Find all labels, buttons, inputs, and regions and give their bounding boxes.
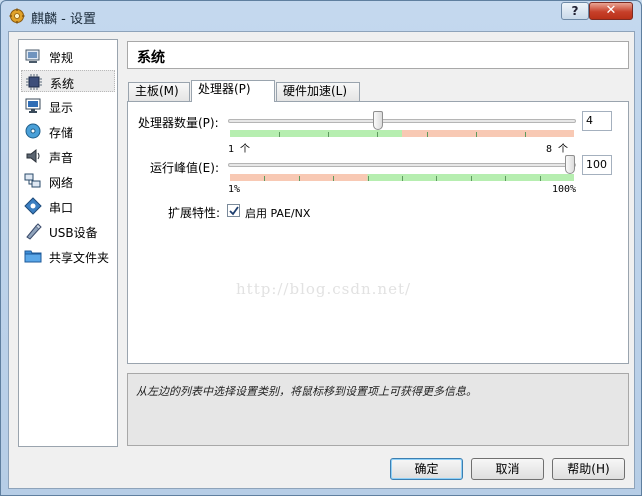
help-button[interactable]: 帮助(H): [552, 458, 625, 480]
sidebar-item-label: 声音: [49, 151, 74, 165]
shared-folder-icon: [24, 250, 42, 263]
sidebar-item-label: 显示: [49, 101, 74, 115]
processor-count-slider[interactable]: [228, 110, 576, 132]
storage-disc-icon: [25, 123, 41, 139]
slider-thumb[interactable]: [372, 111, 383, 130]
sidebar-item-label: 共享文件夹: [49, 251, 110, 265]
gear-icon: [9, 8, 25, 24]
execution-cap-label: 运行峰值(E):: [150, 161, 219, 175]
slider-track: [228, 163, 576, 167]
processor-count-range-bar: [230, 130, 574, 137]
sidebar-item-shared-folders[interactable]: 共享文件夹: [21, 245, 115, 267]
title-close-button[interactable]: ✕: [589, 2, 633, 20]
sidebar-item-system[interactable]: 系统: [21, 70, 115, 92]
execution-cap-min-label: 1%: [228, 184, 241, 195]
system-chip-icon: [26, 74, 42, 90]
usb-pen-icon: [26, 223, 42, 240]
slider-track: [228, 119, 576, 123]
processor-count-min-label: 1 个: [228, 144, 251, 155]
network-icon: [24, 173, 41, 188]
speaker-icon: [26, 148, 40, 164]
sidebar-item-label: 网络: [49, 176, 74, 190]
sidebar-item-storage[interactable]: 存储: [21, 120, 115, 142]
sidebar-item-network[interactable]: 网络: [21, 170, 115, 192]
processor-count-max-label: 8 个: [546, 144, 569, 155]
watermark-text: http://blog.csdn.net/: [236, 280, 412, 298]
range-tick: [264, 176, 266, 181]
execution-cap-slider[interactable]: [228, 154, 576, 176]
description-box: 从左边的列表中选择设置类别，将鼠标移到设置项上可获得更多信息。: [127, 373, 629, 446]
range-tick: [539, 176, 541, 181]
range-tick: [475, 132, 477, 137]
range-tick: [298, 176, 300, 181]
page-title: 系统: [137, 50, 165, 66]
serial-port-icon: [24, 197, 42, 215]
range-tick: [402, 176, 403, 181]
range-tick: [470, 176, 472, 181]
pae-nx-checkbox-label[interactable]: 启用 PAE/NX: [245, 205, 310, 221]
general-icon: [25, 49, 40, 63]
execution-cap-max-label: 100%: [552, 184, 577, 195]
range-tick: [367, 176, 369, 181]
title-help-button[interactable]: ?: [561, 2, 589, 20]
settings-category-list[interactable]: 常规 系统 显示 存储 声音 网络 串口 USB设备 共享文件夹: [18, 39, 118, 447]
description-text: 从左边的列表中选择设置类别，将鼠标移到设置项上可获得更多信息。: [136, 385, 477, 398]
window-title: 麒麟 - 设置: [31, 12, 96, 27]
range-tick: [436, 176, 438, 181]
slider-thumb[interactable]: [565, 155, 575, 174]
execution-cap-spinbox[interactable]: 100: [582, 155, 612, 175]
pae-nx-checkbox[interactable]: [227, 204, 240, 217]
range-tick: [279, 132, 281, 137]
cancel-button[interactable]: 取消: [471, 458, 544, 480]
sidebar-item-serial[interactable]: 串口: [21, 195, 115, 217]
range-tick: [377, 132, 379, 137]
sidebar-item-label: 常规: [49, 51, 74, 65]
range-tick: [524, 132, 526, 137]
tab-processor[interactable]: 处理器(P): [191, 80, 275, 102]
title-bar[interactable]: 麒麟 - 设置 ? ✕: [1, 1, 641, 31]
settings-window: 麒麟 - 设置 ? ✕ 常规 系统 显示 存储 声音 网络 串口 USB设备 共…: [0, 0, 642, 496]
sidebar-item-usb[interactable]: USB设备: [21, 220, 115, 242]
processor-count-spinbox[interactable]: 4: [582, 111, 612, 131]
page-header: 系统: [127, 41, 629, 69]
sidebar-item-label: 串口: [49, 201, 74, 215]
range-tick: [426, 132, 428, 137]
tab-acceleration[interactable]: 硬件加速(L): [276, 82, 360, 101]
range-tick: [505, 176, 507, 181]
sidebar-item-label: USB设备: [49, 226, 98, 240]
sidebar-item-display[interactable]: 显示: [21, 95, 115, 117]
processor-count-label: 处理器数量(P):: [138, 116, 219, 130]
dialog-body: 常规 系统 显示 存储 声音 网络 串口 USB设备 共享文件夹 系统 主板(M…: [8, 31, 635, 489]
display-monitor-icon: [25, 98, 41, 113]
tab-motherboard[interactable]: 主板(M): [128, 82, 190, 101]
range-tick: [328, 132, 330, 137]
range-tick: [333, 176, 335, 181]
execution-cap-range-bar: [230, 174, 574, 181]
sidebar-item-label: 存储: [49, 126, 74, 140]
extended-features-label: 扩展特性:: [168, 206, 221, 220]
sidebar-item-label: 系统: [50, 77, 75, 91]
sidebar-item-audio[interactable]: 声音: [21, 145, 115, 167]
sidebar-item-general[interactable]: 常规: [21, 45, 115, 67]
processor-tab-panel: 处理器数量(P): 4 1 个 8 个 运行峰值(E): 100 1% 100%…: [127, 101, 629, 364]
checkmark-icon: [229, 206, 239, 216]
ok-button[interactable]: 确定: [390, 458, 463, 480]
